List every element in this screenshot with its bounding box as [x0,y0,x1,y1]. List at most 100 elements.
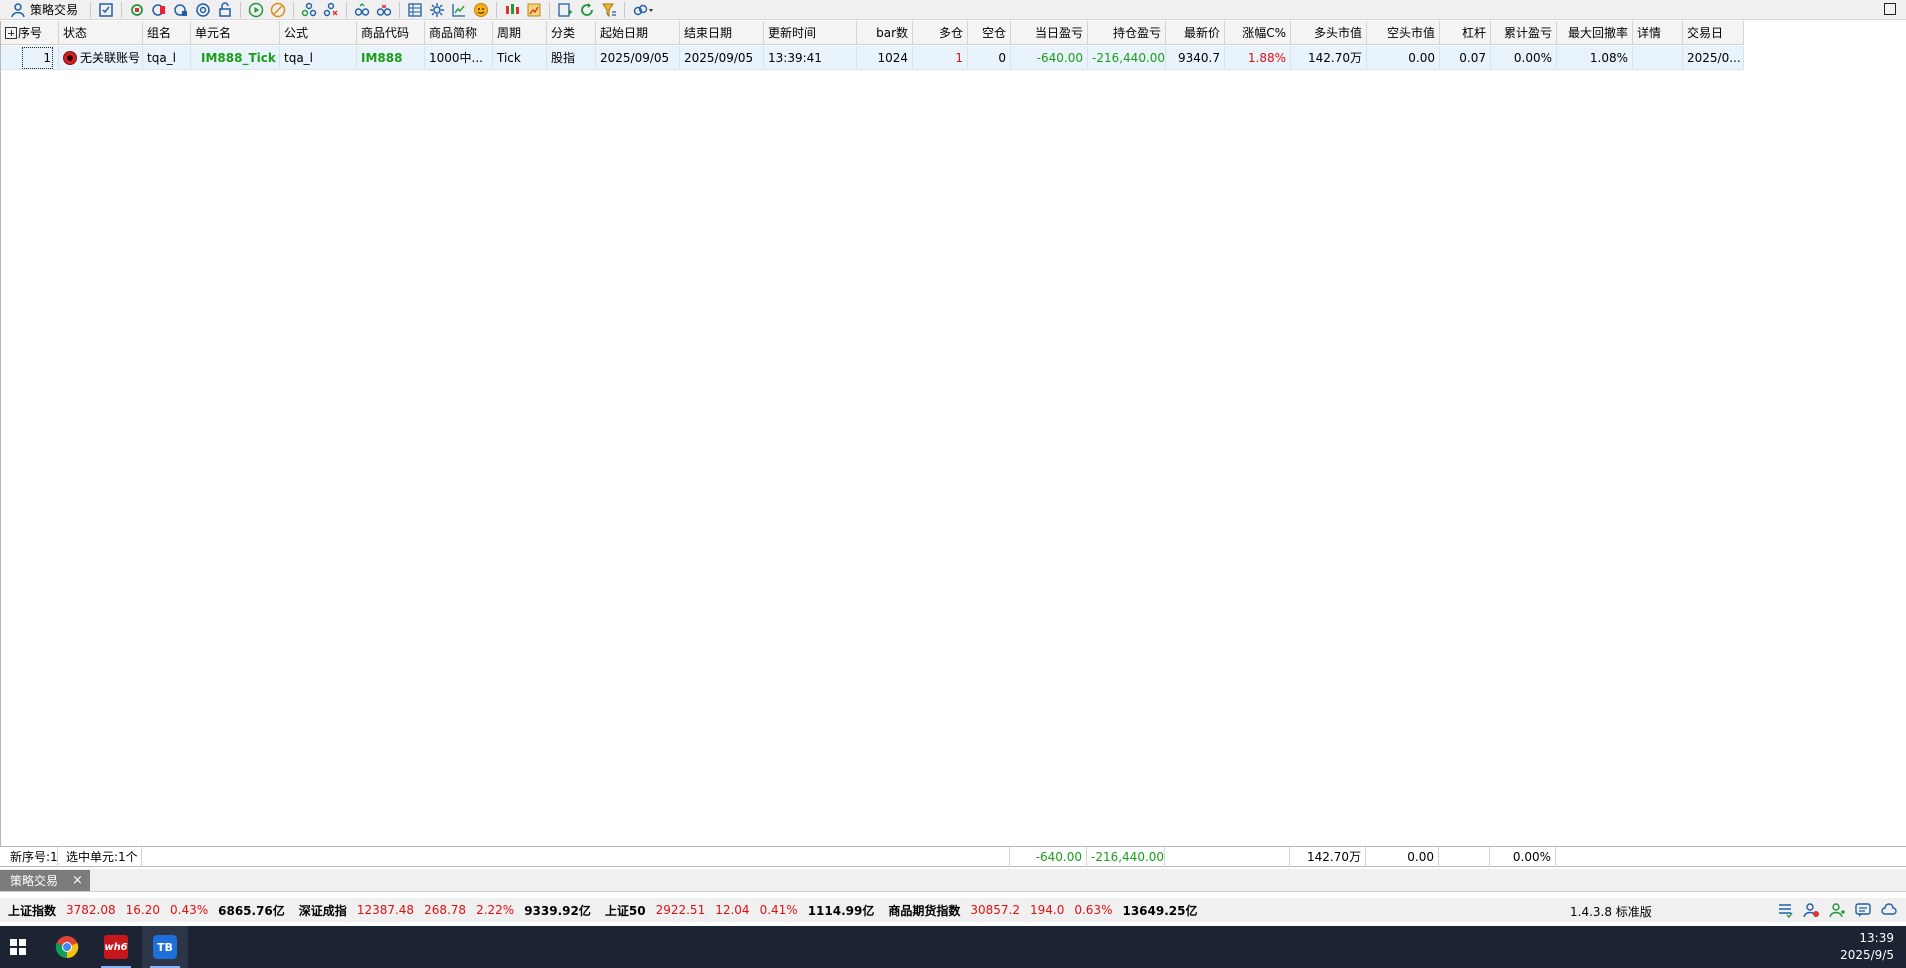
report-button[interactable] [523,0,545,20]
list-icon[interactable] [1776,901,1794,919]
column-header-code[interactable]: 商品代码 [357,21,425,45]
filter-table-icon [408,2,422,17]
line-chart-button[interactable] [448,0,470,20]
column-header-chg[interactable]: 涨幅C% [1225,21,1291,45]
clock-time: 13:39 [1859,931,1894,945]
column-header-update[interactable]: 更新时间 [764,21,857,45]
link-remove-button[interactable] [373,0,395,20]
add-sheet-button[interactable] [554,0,576,20]
cell-status-value: 无关联账号 [80,51,141,65]
unlock-button[interactable] [214,0,236,20]
refresh-button[interactable] [576,0,598,20]
column-header-maxdd[interactable]: 最大回撤率 [1557,21,1633,45]
os-taskbar: wh6 TB 13:39 2025/9/5 [0,926,1906,968]
group-remove-button[interactable] [320,0,342,20]
column-header-long[interactable]: 多仓 [913,21,968,45]
cell-longval: 142.70万 [1291,46,1367,70]
wh6-app[interactable]: wh6 [93,926,139,968]
tb-app[interactable]: TB [142,926,188,968]
link-button[interactable] [351,0,373,20]
column-header-cum[interactable]: 累计盈亏 [1491,21,1557,45]
chrome-icon [55,936,79,959]
message-icon[interactable] [1854,901,1872,919]
column-header-tradeday[interactable]: 交易日 [1683,21,1744,45]
column-header-group[interactable]: 组名 [143,21,191,45]
column-header-start[interactable]: 起始日期 [596,21,680,45]
column-header-category[interactable]: 分类 [547,21,596,45]
cell-bars: 1024 [857,46,913,70]
column-header-formula[interactable]: 公式 [280,21,357,45]
alert-flag-icon [152,3,166,16]
index-pct: 2.22% [476,903,515,917]
cell-maxdd: 1.08% [1557,46,1633,70]
column-header-last[interactable]: 最新价 [1166,21,1225,45]
user-alert-icon[interactable] [1802,901,1820,919]
column-header-period[interactable]: 周期 [493,21,547,45]
run-cycle-icon [131,3,143,16]
tab-close-icon[interactable]: × [72,873,83,888]
expand-all-icon[interactable] [5,27,17,39]
stop-button[interactable] [267,0,289,20]
settings-button[interactable] [426,0,448,20]
column-header-seq[interactable]: 序号 [1,21,59,45]
index-change: 12.04 [715,903,750,917]
alert-flag-button[interactable] [148,0,170,20]
index-price: 2922.51 [655,903,706,917]
strategy-trade-title[interactable]: 策略交易 [0,0,86,20]
cell-cum: 0.00% [1491,46,1557,70]
index-price: 3782.08 [66,903,116,917]
cell-shortval: 0.00 [1367,46,1440,70]
cell-seq-value: 1 [21,46,54,70]
run-cycle-button[interactable] [126,0,148,20]
column-header-short[interactable]: 空仓 [968,21,1011,45]
cloud-icon[interactable] [1880,901,1898,919]
stats-button[interactable] [170,0,192,20]
settings-icon [430,2,445,17]
column-header-daypnl[interactable]: 当日盈亏 [1011,21,1088,45]
link-dropdown-button[interactable] [629,0,659,20]
filter-table-button[interactable] [404,0,426,20]
column-header-unit[interactable]: 单元名 [191,21,280,45]
report-icon [527,3,541,16]
table-row[interactable]: 1 无关联账号 tqa_l IM888_Tick 1 tqa_l IM888 1… [1,46,1744,70]
cell-chg: 1.88% [1225,46,1291,70]
column-header-bars[interactable]: bar数 [857,21,913,45]
column-header-pospnl[interactable]: 持仓盈亏 [1088,21,1166,45]
tab-label: 策略交易 [10,874,59,888]
cell-detail[interactable] [1633,46,1683,70]
candlestick-button[interactable] [501,0,523,20]
column-header-detail[interactable]: 详情 [1633,21,1683,45]
index-price: 12387.48 [356,903,415,917]
column-header-longval[interactable]: 多头市值 [1291,21,1367,45]
footer-cum: 0.00% [1490,847,1556,867]
index-name: 上证50 [604,903,646,918]
strategy-table: 序号 状态 组名 单元名 公式 商品代码 商品简称 周期 分类 起始日期 结束日… [0,21,1906,846]
table-header: 序号 状态 组名 单元名 公式 商品代码 商品简称 周期 分类 起始日期 结束日… [1,21,1744,45]
tab-strategy-trade[interactable]: 策略交易 × [0,870,90,891]
checklist-button[interactable] [95,0,117,20]
filter-button[interactable] [598,0,620,20]
toolbar-separator [293,1,295,18]
group-remove-icon [323,2,338,16]
column-header-lev[interactable]: 杠杆 [1440,21,1491,45]
chrome-app[interactable] [44,926,90,968]
column-header-shortval[interactable]: 空头市值 [1367,21,1440,45]
play-button[interactable] [245,0,267,20]
group-icon [301,2,317,16]
index-pct: 0.41% [759,903,798,917]
maximize-button[interactable] [1884,3,1896,15]
footer-shortval: 0.00 [1366,847,1439,867]
column-header-abbr[interactable]: 商品简称 [425,21,493,45]
emoji-button[interactable] [470,0,492,20]
target-button[interactable] [192,0,214,20]
cell-daypnl: -640.00 [1011,46,1088,70]
cell-unit-value: IM888_Tick [201,51,276,65]
windows-start-icon[interactable] [10,939,26,955]
cell-start: 2025/09/05 [596,46,680,70]
column-header-end[interactable]: 结束日期 [680,21,764,45]
column-header-status[interactable]: 状态 [59,21,143,45]
user-add-icon[interactable] [1828,901,1846,919]
system-clock[interactable]: 13:39 2025/9/5 [1840,930,1894,964]
link-remove-icon [376,3,392,16]
group-button[interactable] [298,0,320,20]
